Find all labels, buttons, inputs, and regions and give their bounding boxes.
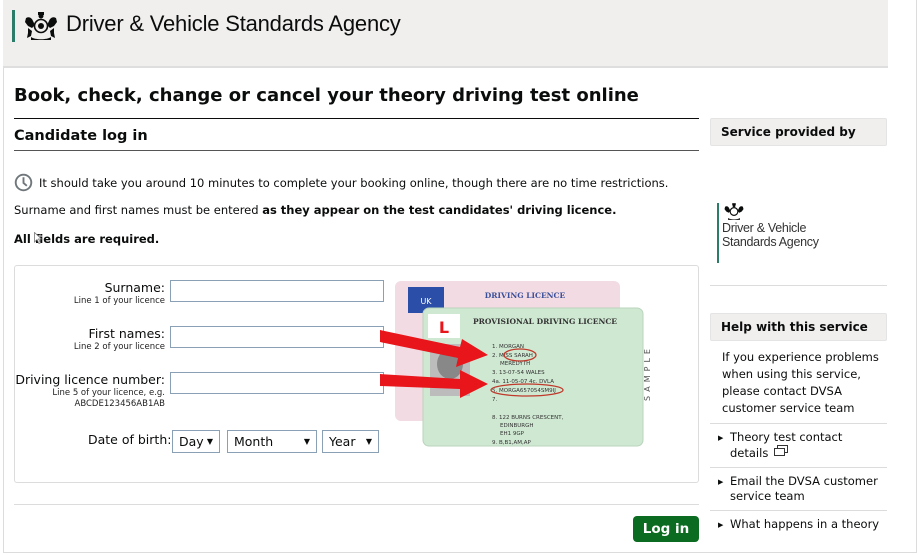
first-names-label-text: First names: xyxy=(88,326,165,341)
licence-number-input[interactable] xyxy=(170,372,384,394)
licence-number-example: ABCDE123456AB1AB xyxy=(74,399,166,409)
dob-day-select[interactable]: Day ▼ xyxy=(172,430,220,453)
royal-crest-icon xyxy=(25,12,57,40)
triangle-right-icon: ▶ xyxy=(718,521,724,529)
svg-text:8. 122 BURNS CRESCENT,: 8. 122 BURNS CRESCENT, xyxy=(492,415,564,421)
link-theory-test-contact[interactable]: ▶ Theory test contact details xyxy=(710,424,887,468)
agency-name: Driver & Vehicle Standards Agency xyxy=(66,11,401,36)
dob-month-select[interactable]: Month ▼ xyxy=(227,430,317,453)
first-names-label: First names: Line 2 of your licence xyxy=(15,326,165,353)
surname-label-text: Surname: xyxy=(104,280,165,295)
dob-year-value: Year xyxy=(329,434,356,449)
learner-badge: L xyxy=(439,318,449,337)
licence-number-label-text: Driving licence number: xyxy=(15,372,165,387)
surname-input[interactable] xyxy=(170,280,384,302)
page-title: Book, check, change or cancel your theor… xyxy=(14,80,699,119)
required-notice: All fields are required. xyxy=(14,232,160,246)
licence-number-hint: Line 5 of your licence, e.g. xyxy=(52,388,165,398)
link-email-dvsa[interactable]: ▶ Email the DVSA customer service team xyxy=(710,468,887,511)
time-notice: It should take you around 10 minutes to … xyxy=(14,173,699,192)
provider-logo: Driver & Vehicle Standards Agency xyxy=(710,146,887,286)
date-of-birth-label: Date of birth: xyxy=(88,432,172,447)
section-title: Candidate log in xyxy=(14,119,699,151)
svg-text:3. 13-07-54 WALES: 3. 13-07-54 WALES xyxy=(492,370,545,376)
time-notice-text: It should take you around 10 minutes to … xyxy=(39,175,669,190)
svg-text:5. MORGA657054SM9IJ: 5. MORGA657054SM9IJ xyxy=(492,388,556,394)
svg-text:EDINBURGH: EDINBURGH xyxy=(500,423,533,429)
mouse-pointer-icon xyxy=(34,232,42,244)
surname-label: Surname: Line 1 of your licence xyxy=(15,280,165,307)
clock-icon xyxy=(14,173,33,192)
dob-year-select[interactable]: Year ▼ xyxy=(322,430,379,453)
provider-heading: Service provided by xyxy=(710,118,887,146)
site-header: Driver & Vehicle Standards Agency xyxy=(3,0,888,68)
sidebar: Service provided by Driver & Vehicle Sta… xyxy=(710,118,887,538)
svg-text:MEREDYTH: MEREDYTH xyxy=(500,361,530,367)
royal-crest-icon xyxy=(724,203,744,220)
svg-text:7.: 7. xyxy=(492,397,497,403)
svg-text:2. MISS SARAH: 2. MISS SARAH xyxy=(492,353,533,359)
sample-watermark: SAMPLE xyxy=(643,345,650,401)
triangle-right-icon: ▶ xyxy=(718,434,724,442)
triangle-right-icon: ▶ xyxy=(718,478,724,486)
name-instruction-emphasis: as they appear on the test candidates' d… xyxy=(262,203,617,217)
back-card-title: DRIVING LICENCE xyxy=(485,291,566,300)
link-label[interactable]: Email the DVSA customer service team xyxy=(730,474,878,503)
svg-text:EH1 9GP: EH1 9GP xyxy=(500,431,525,437)
sample-licence-image: UK DRIVING LICENCE L PROVISIONAL DRIVING… xyxy=(380,281,650,447)
surname-hint: Line 1 of your licence xyxy=(73,296,165,306)
chevron-down-icon: ▼ xyxy=(365,437,372,446)
front-card-title: PROVISIONAL DRIVING LICENCE xyxy=(473,317,617,326)
login-button[interactable]: Log in xyxy=(633,516,699,542)
form-divider xyxy=(14,504,699,505)
link-what-happens[interactable]: ▶ What happens in a theory xyxy=(710,511,887,538)
provider-name: Driver & Vehicle Standards Agency xyxy=(722,221,819,249)
name-instruction: Surname and first names must be entered … xyxy=(14,201,699,219)
svg-text:9. B,B1,AM,AP: 9. B,B1,AM,AP xyxy=(492,440,532,446)
dob-month-value: Month xyxy=(234,434,274,449)
help-text: If you experience problems when using th… xyxy=(710,341,887,424)
country-code: UK xyxy=(420,297,432,306)
login-form: Surname: Line 1 of your licence First na… xyxy=(14,265,699,483)
brand-bar xyxy=(12,10,15,42)
help-panel: Help with this service If you experience… xyxy=(710,313,887,538)
help-heading: Help with this service xyxy=(710,313,887,341)
licence-number-label: Driving licence number: Line 5 of your l… xyxy=(0,372,165,410)
chevron-down-icon: ▼ xyxy=(206,437,213,446)
link-label[interactable]: What happens in a theory xyxy=(730,517,879,531)
brand-bar xyxy=(717,203,719,263)
dob-day-value: Day xyxy=(179,434,204,449)
first-names-input[interactable] xyxy=(170,326,384,348)
main-content: Book, check, change or cancel your theor… xyxy=(14,80,699,542)
first-names-hint: Line 2 of your licence xyxy=(73,342,165,352)
name-instruction-text: Surname and first names must be entered xyxy=(14,203,263,217)
chevron-down-icon: ▼ xyxy=(303,437,310,446)
external-window-icon xyxy=(773,445,788,456)
